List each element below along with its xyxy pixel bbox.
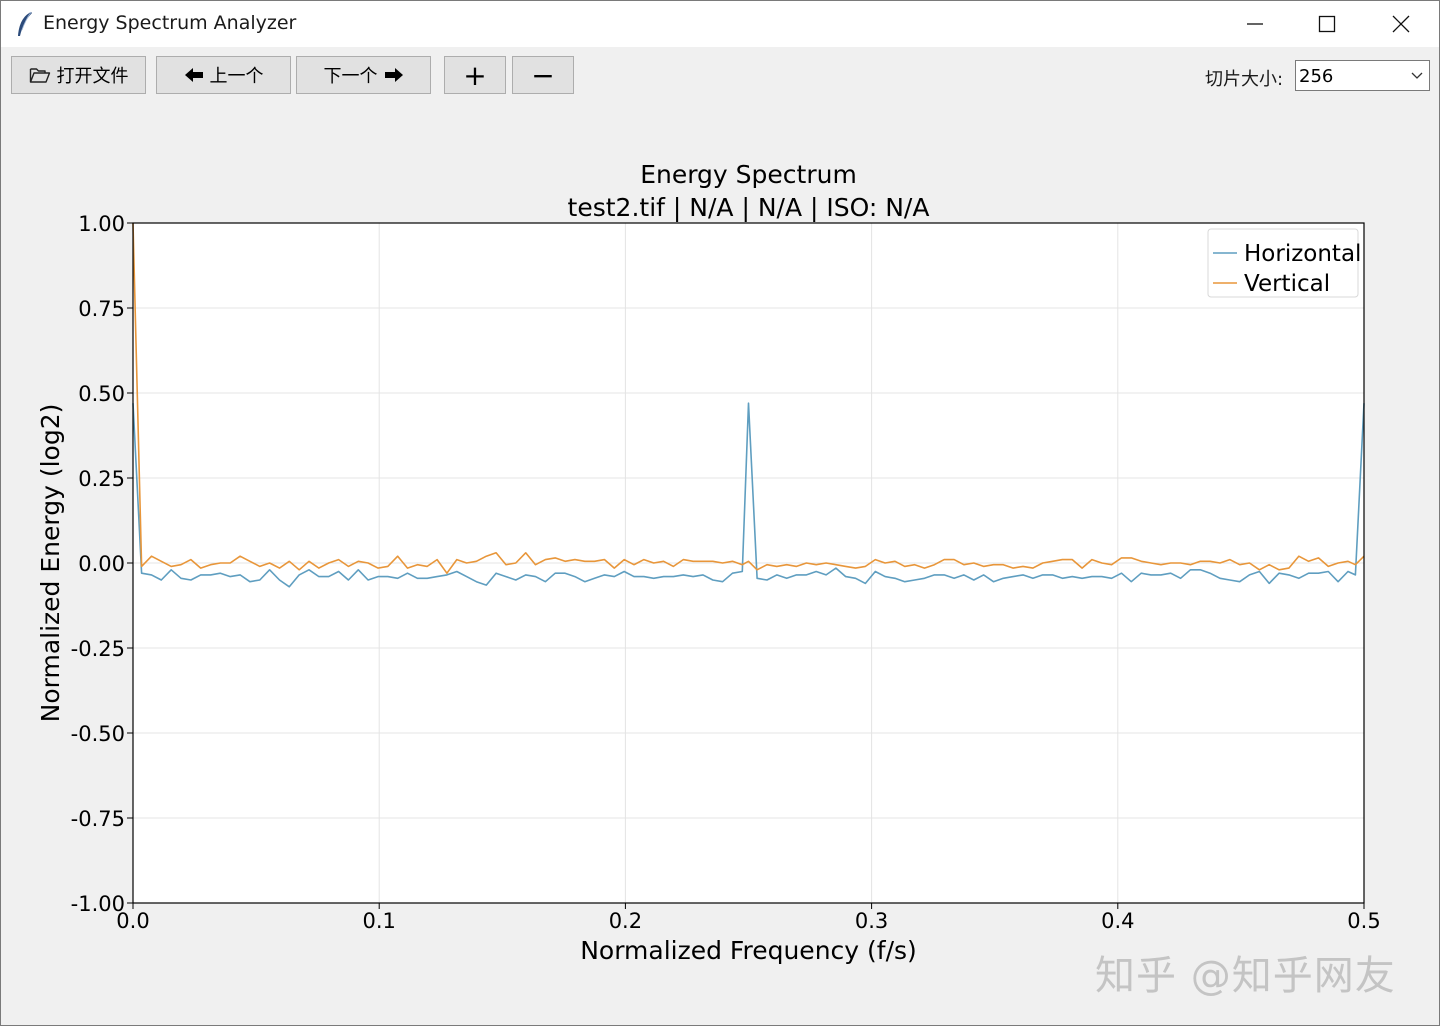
y-tick-label: -0.25 bbox=[71, 637, 125, 661]
app-window: Energy Spectrum Analyzer 打开文件 上一个 下一个 + … bbox=[0, 0, 1440, 1026]
folder-icon bbox=[29, 68, 50, 83]
zoom-out-button[interactable]: − bbox=[512, 56, 574, 94]
y-tick-label: 0.75 bbox=[78, 297, 125, 321]
x-axis-label: Normalized Frequency (f/s) bbox=[580, 936, 917, 965]
open-file-button[interactable]: 打开文件 bbox=[11, 56, 146, 94]
slice-size-select[interactable]: 256 bbox=[1295, 60, 1430, 91]
open-file-label: 打开文件 bbox=[56, 66, 129, 87]
y-tick-label: 0.25 bbox=[78, 467, 125, 491]
next-label: 下一个 bbox=[323, 66, 378, 87]
y-axis-label: Normalized Energy (log2) bbox=[36, 404, 65, 723]
chart-subtitle: test2.tif | N/A | N/A | ISO: N/A bbox=[568, 193, 930, 222]
x-tick-label: 0.1 bbox=[362, 909, 395, 933]
chart-title: Energy Spectrum bbox=[640, 160, 857, 189]
feather-icon bbox=[18, 11, 32, 36]
x-tick-label: 0.4 bbox=[1101, 909, 1134, 933]
window-title: Energy Spectrum Analyzer bbox=[43, 12, 297, 34]
previous-button[interactable]: 上一个 bbox=[156, 56, 291, 94]
maximize-icon bbox=[1318, 15, 1336, 33]
chevron-down-icon bbox=[1411, 72, 1423, 79]
arrow-right-icon bbox=[384, 68, 403, 82]
title-bar[interactable]: Energy Spectrum Analyzer bbox=[1, 1, 1439, 47]
arrow-left-icon bbox=[184, 68, 203, 82]
close-icon bbox=[1392, 15, 1410, 33]
zoom-in-button[interactable]: + bbox=[444, 56, 506, 94]
legend-label-vertical: Vertical bbox=[1244, 271, 1330, 297]
minimize-icon bbox=[1247, 23, 1263, 25]
minimize-button[interactable] bbox=[1219, 1, 1291, 47]
maximize-button[interactable] bbox=[1291, 1, 1363, 47]
y-tick-label: -0.50 bbox=[71, 722, 125, 746]
x-tick-label: 0.2 bbox=[609, 909, 642, 933]
y-tick-label: 0.50 bbox=[78, 382, 125, 406]
slice-size-label: 切片大小: bbox=[1205, 69, 1284, 90]
y-tick-label: 1.00 bbox=[78, 212, 125, 236]
energy-spectrum-chart: 0.0 0.1 0.2 0.3 0.4 0.51.000.750.500.250.00-0… bbox=[36, 160, 1381, 965]
close-button[interactable] bbox=[1365, 1, 1437, 47]
y-tick-label: 0.00 bbox=[78, 552, 125, 576]
next-button[interactable]: 下一个 bbox=[296, 56, 431, 94]
y-tick-label: -0.75 bbox=[71, 807, 125, 831]
watermark-text: 知乎 @知乎网友 bbox=[1095, 953, 1396, 999]
x-tick-label: 0.5 bbox=[1347, 909, 1380, 933]
slice-size-value: 256 bbox=[1299, 66, 1334, 87]
x-tick-label: 0.3 bbox=[855, 909, 888, 933]
legend-label-horizontal: Horizontal bbox=[1244, 241, 1361, 267]
previous-label: 上一个 bbox=[209, 66, 264, 87]
y-tick-label: -1.00 bbox=[71, 892, 125, 916]
